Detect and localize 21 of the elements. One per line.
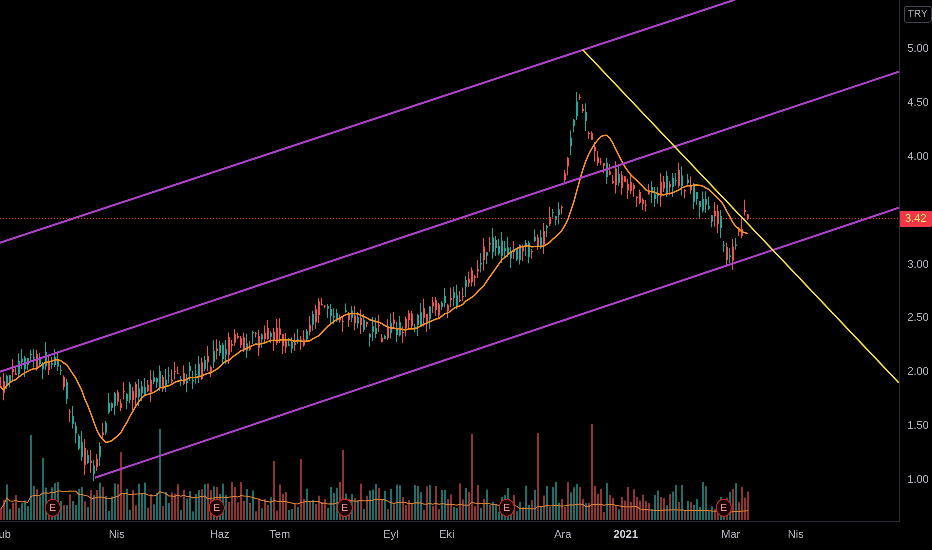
price-axis-label: 1.50 — [908, 420, 929, 432]
price-axis-label: 2.50 — [908, 312, 929, 324]
currency-button[interactable]: TRY — [904, 6, 932, 23]
price-axis-label: 1.00 — [908, 474, 929, 486]
time-axis-label: Nis — [788, 529, 804, 541]
last-price-label: 3.42 — [900, 211, 932, 227]
time-axis-label: Eyl — [383, 529, 399, 541]
price-axis-label: 5.00 — [908, 43, 929, 55]
earnings-marker[interactable]: E — [499, 499, 515, 517]
time-axis-label: 2021 — [614, 529, 638, 541]
time-axis-label: Nis — [109, 529, 125, 541]
time-axis-label: Ara — [554, 529, 572, 541]
earnings-marker[interactable]: E — [716, 499, 732, 517]
price-axis-label: 4.00 — [908, 151, 929, 163]
price-axis-label: 3.00 — [908, 259, 929, 271]
price-axis-label: 4.50 — [908, 97, 929, 109]
time-axis-label: Tem — [270, 529, 290, 541]
time-axis-label: Eki — [439, 529, 455, 541]
time-axis-label: Haz — [210, 529, 230, 541]
price-axis-label: 2.00 — [908, 366, 929, 378]
time-axis-label: Mar — [722, 529, 740, 541]
